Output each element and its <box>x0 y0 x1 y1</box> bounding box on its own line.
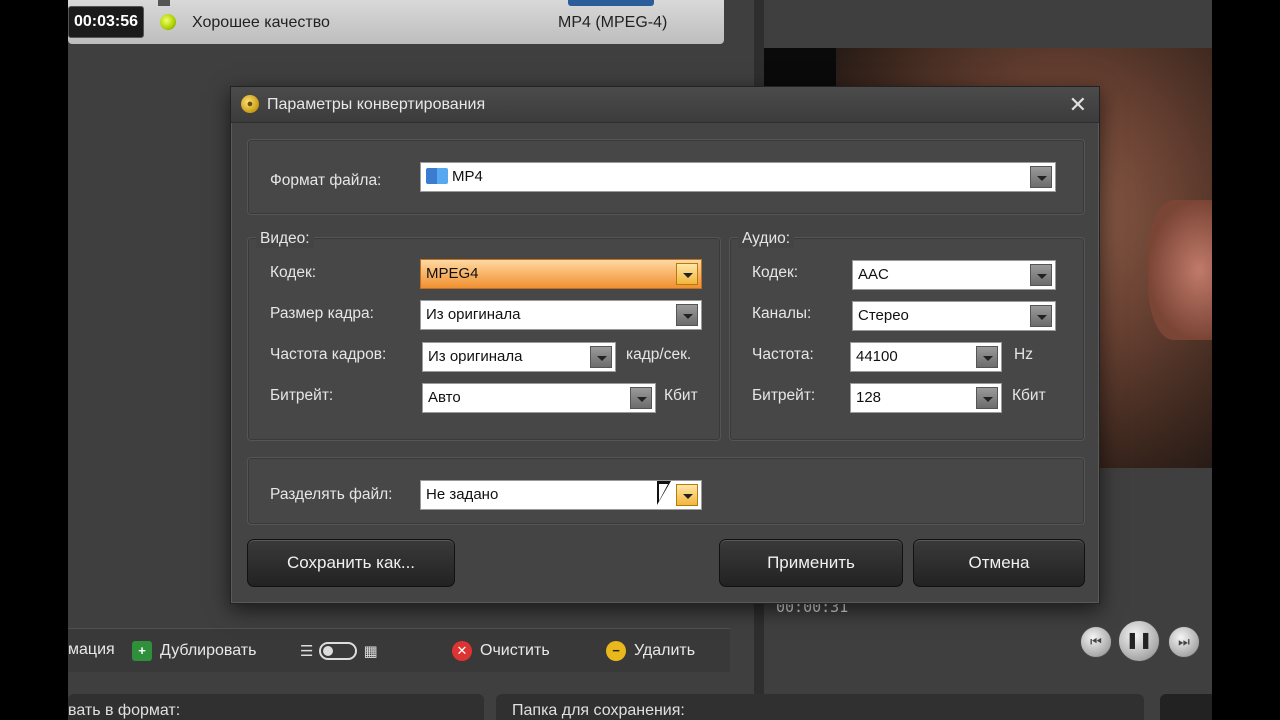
chevron-down-icon[interactable] <box>1030 166 1052 188</box>
cancel-button[interactable]: Отмена <box>913 539 1085 587</box>
frame-rate-value: Из оригинала <box>428 348 523 365</box>
delete-button[interactable]: − Удалить <box>606 641 695 661</box>
duplicate-icon: + <box>132 641 152 661</box>
video-codec-label: Кодек: <box>270 264 317 281</box>
animation-button[interactable]: мация <box>68 641 115 659</box>
top-square <box>158 0 170 6</box>
video-bitrate-label: Битрейт: <box>270 387 334 404</box>
video-bitrate-select[interactable]: Авто <box>422 383 656 413</box>
split-file-label: Разделять файл: <box>270 486 393 503</box>
chevron-down-icon[interactable] <box>630 387 652 409</box>
duration-badge: 00:03:56 <box>68 6 144 38</box>
chevron-down-icon[interactable] <box>976 346 998 368</box>
clear-button[interactable]: ✕ Очистить <box>452 641 550 661</box>
convert-format-label: вать в формат: <box>68 702 181 719</box>
chevron-down-icon[interactable] <box>590 346 612 368</box>
chevron-down-icon[interactable] <box>676 484 698 506</box>
frame-rate-unit: кадр/сек. <box>626 346 692 363</box>
video-settings-group: Видео: Кодек: MPEG4 Размер кадра: Из ори… <box>247 230 721 441</box>
view-toggle[interactable]: ☰ ▦ <box>300 641 400 661</box>
frame-size-select[interactable]: Из оригинала <box>420 300 702 330</box>
audio-bitrate-label: Битрейт: <box>752 387 816 404</box>
channels-label: Каналы: <box>752 305 812 322</box>
conversion-settings-dialog: ● Параметры конвертирования ✕ Формат фай… <box>230 86 1100 604</box>
duplicate-button[interactable]: + Дублировать <box>132 641 256 661</box>
delete-icon: − <box>606 641 626 661</box>
film-reel-icon: ● <box>241 95 259 113</box>
audio-codec-select[interactable]: AAC <box>852 260 1056 290</box>
frame-size-label: Размер кадра: <box>270 305 374 322</box>
clear-label: Очистить <box>480 642 550 659</box>
audio-codec-value: AAC <box>858 266 889 283</box>
format-label: MP4 (MPEG-4) <box>558 14 668 31</box>
split-file-value: Не задано <box>426 486 499 503</box>
save-folder-label: Папка для сохранения: <box>512 702 685 719</box>
duplicate-label: Дублировать <box>160 642 257 659</box>
format-tab <box>568 0 654 6</box>
audio-bitrate-unit: Кбит <box>1012 387 1046 404</box>
frame-rate-label: Частота кадров: <box>270 346 387 363</box>
frequency-unit: Hz <box>1014 346 1033 363</box>
chevron-down-icon[interactable] <box>1030 305 1052 327</box>
apply-button[interactable]: Применить <box>719 539 903 587</box>
pause-icon[interactable]: ❚❚ <box>1118 620 1160 662</box>
list-view-icon: ☰ <box>300 643 314 660</box>
video-codec-value: MPEG4 <box>426 265 479 282</box>
video-bitrate-unit: Кбит <box>664 387 698 404</box>
mp4-format-icon <box>426 168 448 184</box>
convert-format-panel: вать в формат: <box>68 694 484 720</box>
audio-codec-label: Кодек: <box>752 264 799 281</box>
toggle-switch[interactable] <box>319 642 358 660</box>
selected-file-panel[interactable]: 00:03:56 Хорошее качество MP4 (MPEG-4) <box>68 0 724 44</box>
chevron-down-icon[interactable] <box>676 263 698 285</box>
chevron-down-icon[interactable] <box>976 387 998 409</box>
frequency-select[interactable]: 44100 <box>850 342 1002 372</box>
frequency-value: 44100 <box>856 348 898 365</box>
audio-group-title: Аудио: <box>738 230 795 248</box>
close-icon[interactable]: ✕ <box>1069 92 1087 118</box>
channels-value: Стерео <box>858 307 909 324</box>
quality-indicator-icon <box>160 14 176 30</box>
frequency-label: Частота: <box>752 346 814 363</box>
grid-view-icon: ▦ <box>363 643 378 660</box>
audio-settings-group: Аудио: Кодек: AAC Каналы: Стерео Частота… <box>729 230 1085 441</box>
chevron-down-icon[interactable] <box>1030 264 1052 286</box>
frame-rate-select[interactable]: Из оригинала <box>422 342 616 372</box>
audio-bitrate-value: 128 <box>856 389 882 406</box>
audio-bitrate-select[interactable]: 128 <box>850 383 1002 413</box>
dialog-title: Параметры конвертирования <box>267 96 486 113</box>
channels-select[interactable]: Стерео <box>852 301 1056 331</box>
video-group-title: Видео: <box>256 230 314 248</box>
file-format-select[interactable]: MP4 <box>420 162 1056 192</box>
save-as-button[interactable]: Сохранить как... <box>247 539 455 587</box>
file-format-label: Формат файла: <box>270 172 382 189</box>
forward-icon[interactable]: ⏭ <box>1168 626 1200 658</box>
delete-label: Удалить <box>634 642 696 659</box>
file-format-group: Формат файла: MP4 <box>247 139 1085 215</box>
bottom-corner-panel <box>1160 694 1212 720</box>
video-codec-select[interactable]: MPEG4 <box>420 259 702 289</box>
video-bitrate-value: Авто <box>428 389 461 406</box>
dialog-title-bar[interactable]: ● Параметры конвертирования ✕ <box>231 87 1099 123</box>
chevron-down-icon[interactable] <box>676 304 698 326</box>
clear-icon: ✕ <box>452 641 472 661</box>
rewind-icon[interactable]: ⏮ <box>1080 626 1112 658</box>
video-frame-detail <box>1148 200 1212 340</box>
save-folder-panel: Папка для сохранения: <box>496 694 1144 720</box>
frame-size-value: Из оригинала <box>426 306 521 323</box>
quality-label: Хорошее качество <box>192 14 330 31</box>
file-toolbar: мация + Дублировать ☰ ▦ ✕ Очистить − Уда… <box>68 628 730 672</box>
animation-label: мация <box>68 641 115 658</box>
file-format-value: MP4 <box>452 168 483 185</box>
